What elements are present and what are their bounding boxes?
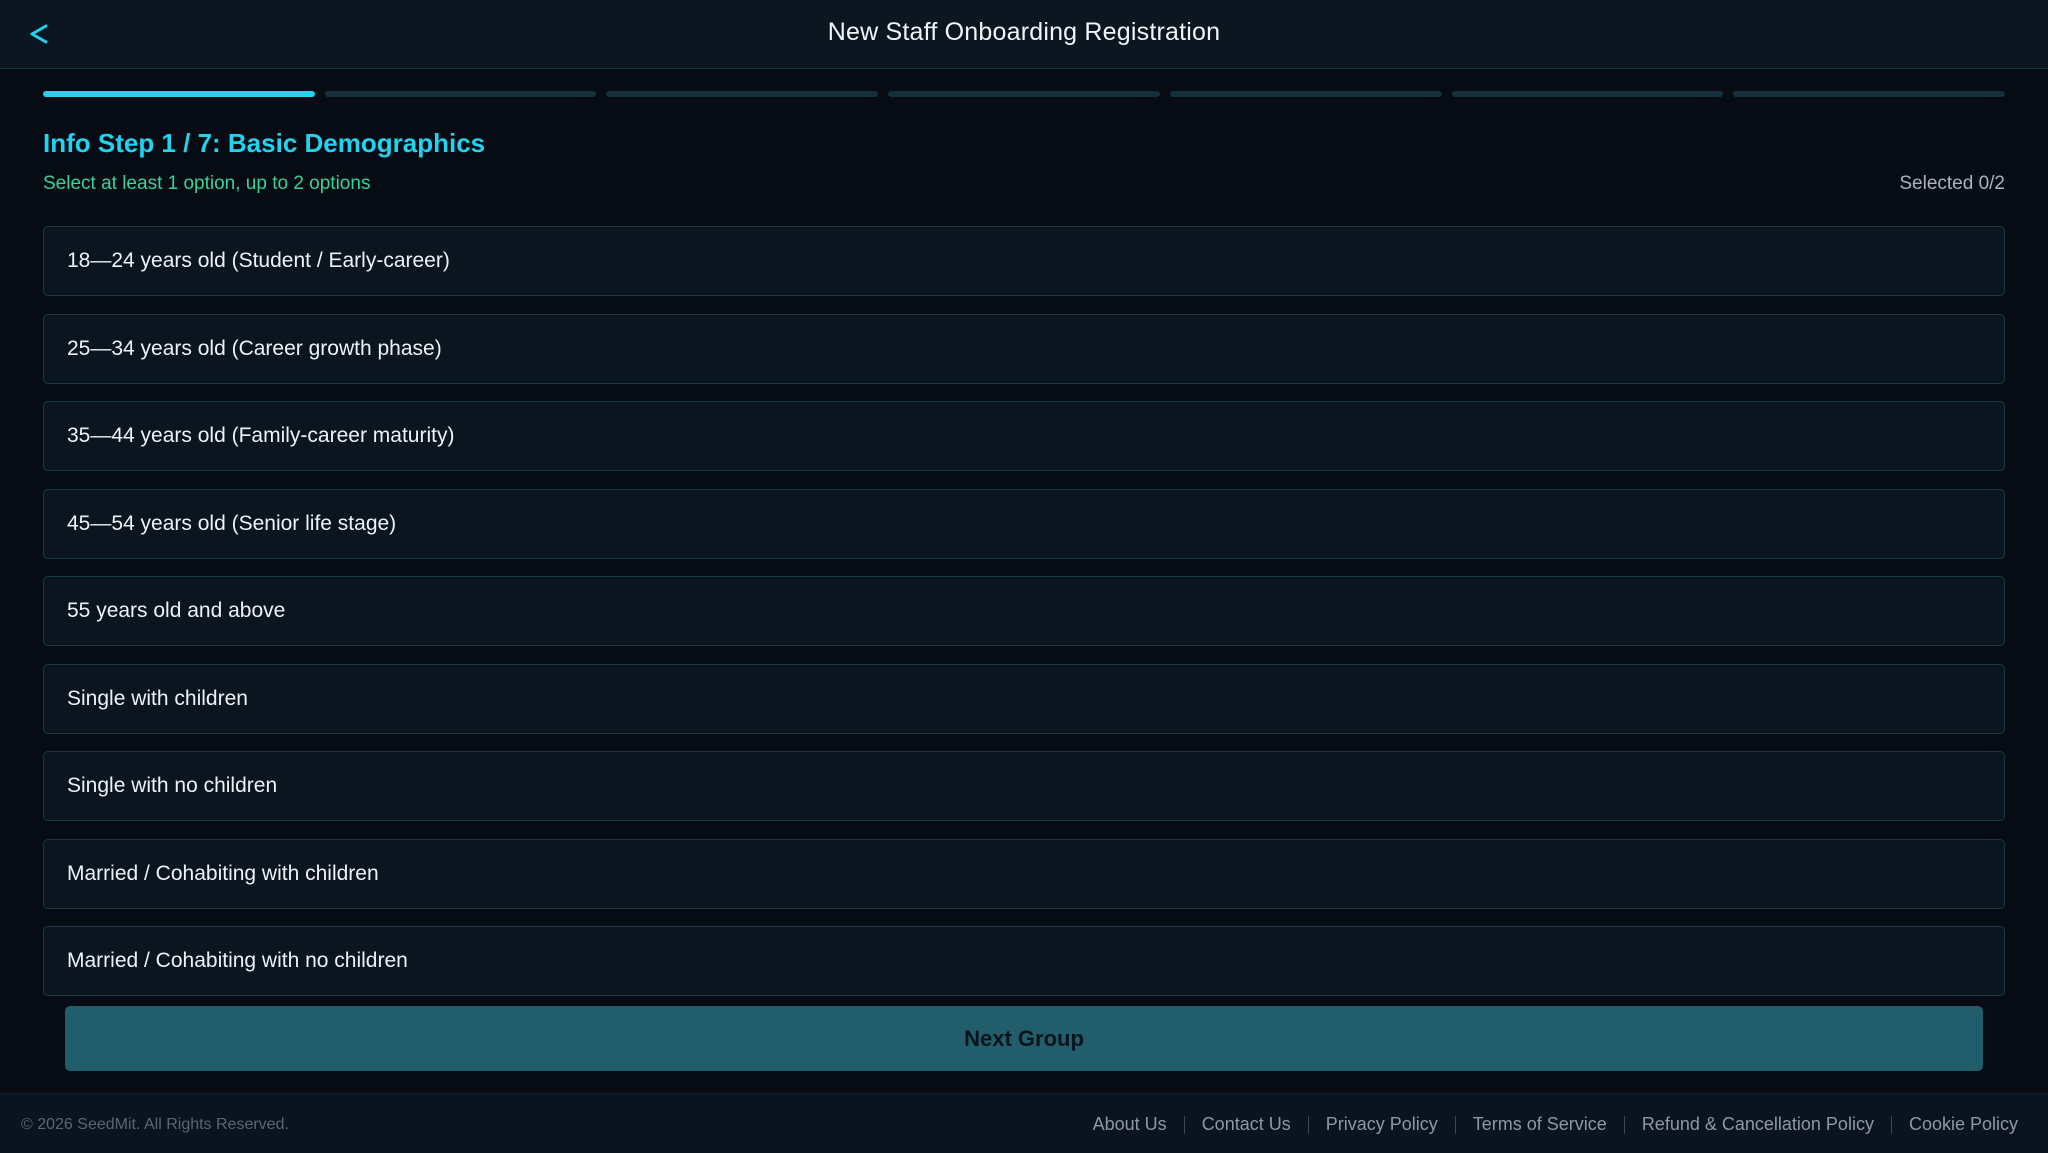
footer-divider — [1454, 1115, 1456, 1134]
progress-segment-3 — [606, 91, 879, 97]
progress-segment-1 — [43, 91, 315, 97]
footer-link-contact[interactable]: Contact Us — [1202, 1114, 1291, 1135]
footer-divider — [1623, 1115, 1625, 1134]
progress-segment-2 — [324, 91, 597, 97]
page-title: New Staff Onboarding Registration — [827, 18, 1221, 46]
option-25-34[interactable]: 25—34 years old (Career growth phase) — [43, 313, 2005, 384]
option-single-with-children[interactable]: Single with children — [43, 663, 2005, 734]
footer-link-refund[interactable]: Refund & Cancellation Policy — [1642, 1114, 1874, 1135]
copyright: © 2026 SeedMit. All Rights Reserved. — [21, 1116, 289, 1133]
option-single-no-children[interactable]: Single with no children — [43, 751, 2005, 821]
footer-link-about[interactable]: About Us — [1093, 1114, 1167, 1135]
selection-hint: Select at least 1 option, up to 2 option… — [43, 173, 371, 194]
selection-count: Selected 0/2 — [1899, 173, 2005, 194]
options-list: 18—24 years old (Student / Early-career)… — [43, 226, 2005, 1014]
option-married-no-children[interactable]: Married / Cohabiting with no children — [43, 926, 2005, 996]
option-45-54[interactable]: 45—54 years old (Senior life stage) — [43, 488, 2005, 559]
option-55-plus[interactable]: 55 years old and above — [43, 576, 2005, 646]
top-bar: New Staff Onboarding Registration — [0, 0, 2048, 69]
step-title: Info Step 1 / 7: Basic Demographics — [43, 128, 486, 158]
footer-divider — [1890, 1115, 1892, 1134]
option-35-44[interactable]: 35—44 years old (Family-career maturity) — [43, 401, 2005, 471]
footer-link-privacy[interactable]: Privacy Policy — [1326, 1114, 1438, 1135]
option-married-with-children[interactable]: Married / Cohabiting with children — [43, 838, 2005, 909]
footer-divider — [1183, 1115, 1185, 1134]
progress-segment-4 — [888, 91, 1160, 97]
option-18-24[interactable]: 18—24 years old (Student / Early-career) — [43, 226, 2005, 296]
footer-link-cookie[interactable]: Cookie Policy — [1909, 1114, 2018, 1135]
footer-links: About Us Contact Us Privacy Policy Terms… — [1093, 1114, 2018, 1135]
progress-segment-5 — [1169, 91, 1442, 97]
footer: © 2026 SeedMit. All Rights Reserved. Abo… — [0, 1093, 2048, 1153]
progress-segment-6 — [1451, 91, 1724, 97]
footer-link-terms[interactable]: Terms of Service — [1473, 1114, 1607, 1135]
next-group-button[interactable]: Next Group — [65, 1006, 1983, 1071]
progress-segment-7 — [1733, 91, 2006, 97]
step-progress-bar — [43, 91, 2006, 97]
footer-divider — [1307, 1115, 1309, 1134]
